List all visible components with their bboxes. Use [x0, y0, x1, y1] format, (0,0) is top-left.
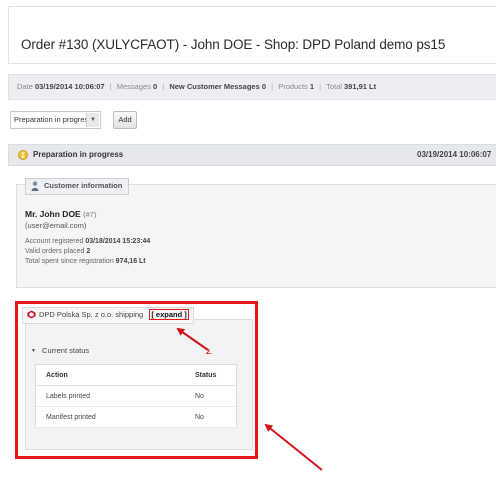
status-select-value: Preparation in progress	[14, 115, 92, 124]
current-state-bar: Preparation in progress 03/19/2014 10:06…	[8, 144, 496, 166]
new-messages-label[interactable]: New Customer Messages	[169, 82, 259, 91]
current-status-toggle[interactable]: ▼ Current status	[31, 346, 89, 355]
caret-down-icon: ▼	[31, 348, 36, 354]
customer-info-panel	[16, 184, 496, 288]
table-cell-action: Manifest printed	[35, 406, 191, 428]
table-row: Manifest printed No	[35, 406, 237, 428]
order-title-panel: Order #130 (XULYCFAOT) - John DOE - Shop…	[8, 6, 496, 64]
dpd-logo-icon	[27, 310, 36, 319]
state-label: Preparation in progress	[33, 150, 124, 159]
table-cell-status: No	[191, 385, 237, 407]
status-table: Action Status Labels printed No Manifest…	[35, 364, 237, 428]
table-cell-status: No	[191, 406, 237, 428]
date-value: 03/19/2014 10:06:07	[34, 82, 105, 91]
state-date: 03/19/2014 10:06:07	[417, 150, 492, 159]
order-status-select[interactable]: Preparation in progress ▼	[10, 111, 101, 129]
expand-link[interactable]: [ expand ]	[149, 309, 189, 320]
valid-orders-value: 2	[86, 248, 91, 255]
customer-id: (#7)	[83, 210, 97, 219]
messages-count: 0	[153, 82, 158, 91]
account-registered-label: Account registered	[25, 238, 84, 245]
order-info-bar: Date 03/19/2014 10:06:07 | Messages 0 | …	[8, 74, 496, 100]
customer-info-legend: Customer information	[25, 178, 130, 195]
current-status-label: Current status	[42, 346, 90, 355]
page-title: Order #130 (XULYCFAOT) - John DOE - Shop…	[21, 37, 446, 52]
table-cell-action: Labels printed	[35, 385, 191, 407]
date-label: Date	[17, 82, 33, 91]
dpd-panel-header: DPD Polska Sp. z o.o. shipping [ expand …	[22, 307, 194, 324]
customer-name[interactable]: Mr. John DOE (#7)	[25, 209, 96, 219]
messages-label[interactable]: Messages	[117, 82, 151, 91]
annotation-label-2: 2.	[206, 349, 212, 356]
customer-info-title: Customer information	[44, 181, 123, 190]
account-registered-value: 03/18/2014 15:23:44	[85, 238, 151, 245]
total-label: Total	[326, 82, 342, 91]
chevron-down-icon[interactable]: ▼	[86, 113, 99, 127]
total-spent-label: Total spent since registration	[25, 258, 114, 265]
dpd-panel-title: DPD Polska Sp. z o.o. shipping	[39, 310, 144, 319]
hourglass-icon	[18, 150, 28, 160]
products-count: 1	[309, 82, 315, 91]
total-spent: Total spent since registration 974,16 Lt	[25, 258, 146, 265]
table-row: Labels printed No	[35, 385, 237, 407]
total-value: 391,91 Lt	[344, 82, 377, 91]
add-status-button[interactable]: Add	[113, 111, 137, 129]
account-registered: Account registered 03/18/2014 15:23:44	[25, 238, 150, 245]
total-spent-value: 974,16 Lt	[115, 258, 146, 265]
annotation-arrow-1	[264, 423, 323, 471]
column-header-action: Action	[35, 364, 191, 386]
user-icon	[31, 181, 39, 191]
table-header-row: Action Status	[35, 364, 237, 386]
valid-orders: Valid orders placed 2	[25, 248, 90, 255]
new-messages-count: 0	[261, 82, 267, 91]
products-label: Products	[278, 82, 308, 91]
customer-email[interactable]: (user@email.com)	[25, 221, 86, 230]
valid-orders-label: Valid orders placed	[25, 248, 85, 255]
column-header-status: Status	[191, 364, 237, 386]
customer-name-text[interactable]: Mr. John DOE	[25, 209, 81, 219]
